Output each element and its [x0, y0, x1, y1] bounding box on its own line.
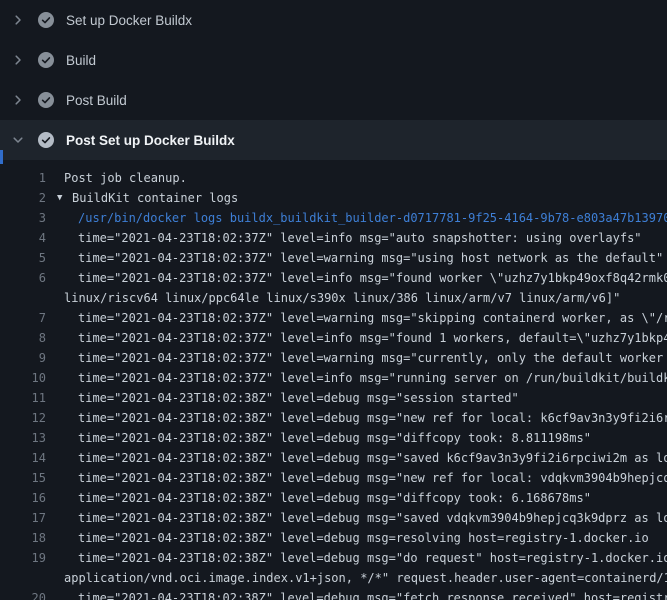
log-line: 5 time="2021-04-23T18:02:37Z" level=warn…: [0, 248, 667, 268]
log-line-text: time="2021-04-23T18:02:38Z" level=debug …: [46, 508, 667, 528]
log-line-text: time="2021-04-23T18:02:37Z" level=warnin…: [46, 308, 667, 328]
log-line-text: time="2021-04-23T18:02:38Z" level=debug …: [46, 548, 667, 568]
line-number[interactable]: 14: [0, 448, 46, 468]
line-number[interactable]: 15: [0, 468, 46, 488]
log-line-text: BuildKit container logs: [67, 188, 238, 208]
log-line: 11 time="2021-04-23T18:02:38Z" level=deb…: [0, 388, 667, 408]
chevron-right-icon: [10, 52, 26, 68]
line-number[interactable]: [0, 288, 46, 308]
log-line: 10 time="2021-04-23T18:02:37Z" level=inf…: [0, 368, 667, 388]
step-label: Build: [66, 53, 96, 68]
check-circle-icon: [38, 12, 54, 28]
log-line-text: time="2021-04-23T18:02:37Z" level=info m…: [46, 268, 667, 288]
actions-log-viewer: Set up Docker Buildx Build Post Build: [0, 0, 667, 600]
line-number[interactable]: 5: [0, 248, 46, 268]
log-line-text: time="2021-04-23T18:02:38Z" level=debug …: [46, 408, 667, 428]
line-number[interactable]: 20: [0, 588, 46, 600]
step-label: Set up Docker Buildx: [66, 13, 192, 28]
log-line-text: time="2021-04-23T18:02:37Z" level=info m…: [46, 328, 667, 348]
log-line-text: time="2021-04-23T18:02:38Z" level=debug …: [46, 428, 591, 448]
line-number[interactable]: 2: [0, 188, 46, 208]
chevron-right-icon: [10, 12, 26, 28]
line-number[interactable]: 1: [0, 168, 46, 188]
log-line: 18 time="2021-04-23T18:02:38Z" level=deb…: [0, 528, 667, 548]
log-line: 13 time="2021-04-23T18:02:38Z" level=deb…: [0, 428, 667, 448]
line-number[interactable]: 12: [0, 408, 46, 428]
chevron-right-icon: [10, 92, 26, 108]
log-line-text: time="2021-04-23T18:02:37Z" level=warnin…: [46, 348, 667, 368]
log-line: 6 time="2021-04-23T18:02:37Z" level=info…: [0, 268, 667, 288]
line-number[interactable]: 4: [0, 228, 46, 248]
line-number[interactable]: 18: [0, 528, 46, 548]
step-row-post-build[interactable]: Post Build: [0, 80, 667, 120]
line-number[interactable]: 8: [0, 328, 46, 348]
log-line: 19 time="2021-04-23T18:02:38Z" level=deb…: [0, 548, 667, 568]
line-number[interactable]: 11: [0, 388, 46, 408]
check-circle-icon: [38, 92, 54, 108]
log-line: 1 Post job cleanup.: [0, 168, 667, 188]
log-line: linux/riscv64 linux/ppc64le linux/s390x …: [0, 288, 667, 308]
check-circle-icon: [38, 52, 54, 68]
log-line-text: time="2021-04-23T18:02:38Z" level=debug …: [46, 528, 649, 548]
step-label: Post Build: [66, 93, 127, 108]
log-line: 2 ▼ BuildKit container logs: [0, 188, 667, 208]
log-line-text: time="2021-04-23T18:02:38Z" level=debug …: [46, 588, 667, 600]
steps-list: Set up Docker Buildx Build Post Build: [0, 0, 667, 160]
log-line: application/vnd.oci.image.index.v1+json,…: [0, 568, 667, 588]
log-line-text: /usr/bin/docker logs buildx_buildkit_bui…: [46, 208, 667, 228]
group-toggle-icon[interactable]: ▼: [46, 188, 67, 208]
log-line-text: time="2021-04-23T18:02:37Z" level=info m…: [46, 368, 667, 388]
line-number[interactable]: 10: [0, 368, 46, 388]
log-line: 20 time="2021-04-23T18:02:38Z" level=deb…: [0, 588, 667, 600]
log-line: 7 time="2021-04-23T18:02:37Z" level=warn…: [0, 308, 667, 328]
line-number[interactable]: 19: [0, 548, 46, 568]
log-line-text: linux/riscv64 linux/ppc64le linux/s390x …: [46, 288, 620, 308]
log-line-text: time="2021-04-23T18:02:38Z" level=debug …: [46, 448, 667, 468]
step-label: Post Set up Docker Buildx: [66, 133, 235, 148]
line-number[interactable]: 7: [0, 308, 46, 328]
line-number[interactable]: 13: [0, 428, 46, 448]
log-output: 1 Post job cleanup. 2 ▼ BuildKit contain…: [0, 160, 667, 600]
log-line-text: time="2021-04-23T18:02:38Z" level=debug …: [46, 468, 667, 488]
step-row-set-up-docker-buildx[interactable]: Set up Docker Buildx: [0, 0, 667, 40]
step-row-post-set-up-docker-buildx[interactable]: Post Set up Docker Buildx: [0, 120, 667, 160]
log-line: 3 /usr/bin/docker logs buildx_buildkit_b…: [0, 208, 667, 228]
log-line: 9 time="2021-04-23T18:02:37Z" level=warn…: [0, 348, 667, 368]
log-line: 16 time="2021-04-23T18:02:38Z" level=deb…: [0, 488, 667, 508]
step-row-build[interactable]: Build: [0, 40, 667, 80]
log-line: 17 time="2021-04-23T18:02:38Z" level=deb…: [0, 508, 667, 528]
chevron-down-icon: [10, 132, 26, 148]
log-line-text: time="2021-04-23T18:02:37Z" level=info m…: [46, 228, 642, 248]
log-line: 8 time="2021-04-23T18:02:37Z" level=info…: [0, 328, 667, 348]
log-line: 14 time="2021-04-23T18:02:38Z" level=deb…: [0, 448, 667, 468]
log-line-text: time="2021-04-23T18:02:38Z" level=debug …: [46, 488, 591, 508]
line-number[interactable]: 9: [0, 348, 46, 368]
line-number[interactable]: 3: [0, 208, 46, 228]
line-number[interactable]: 6: [0, 268, 46, 288]
log-line-text: Post job cleanup.: [46, 168, 187, 188]
log-line: 12 time="2021-04-23T18:02:38Z" level=deb…: [0, 408, 667, 428]
log-line: 15 time="2021-04-23T18:02:38Z" level=deb…: [0, 468, 667, 488]
line-number[interactable]: 16: [0, 488, 46, 508]
line-number[interactable]: 17: [0, 508, 46, 528]
check-circle-icon: [38, 132, 54, 148]
log-line-text: time="2021-04-23T18:02:38Z" level=debug …: [46, 388, 519, 408]
log-line-text: application/vnd.oci.image.index.v1+json,…: [46, 568, 667, 588]
log-line-text: time="2021-04-23T18:02:37Z" level=warnin…: [46, 248, 663, 268]
line-number[interactable]: [0, 568, 46, 588]
log-line: 4 time="2021-04-23T18:02:37Z" level=info…: [0, 228, 667, 248]
